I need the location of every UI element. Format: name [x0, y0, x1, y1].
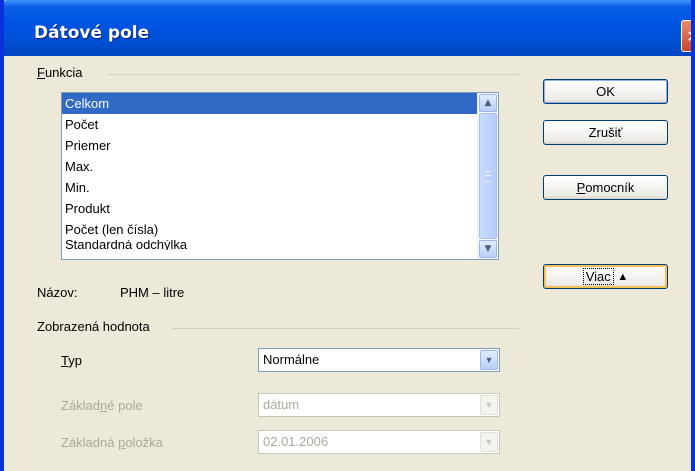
base-item-select-value: 02.01.2006: [263, 434, 329, 449]
function-list-items: Celkom Počet Priemer Max. Min. Produkt Počet (…: [62, 93, 498, 250]
more-button-focus-ring: Viac: [582, 268, 614, 285]
function-label-mnemonic: F: [37, 65, 45, 80]
chevron-down-icon: ▼: [480, 432, 498, 452]
function-list-item[interactable]: Produkt: [62, 198, 498, 219]
displayed-value-group-label: Zobrazená hodnota: [37, 319, 150, 334]
title-bar[interactable]: Dátové pole ✕: [4, 0, 691, 56]
function-list-item[interactable]: Celkom: [62, 93, 498, 114]
data-field-dialog: Dátové pole ✕ Funkcia CelkomPočetPriemer…: [0, 0, 695, 471]
displayed-value-group-divider: [172, 328, 519, 329]
help-button[interactable]: Pomocník: [543, 175, 668, 200]
base-field-label-rest: é pole: [107, 398, 143, 413]
help-button-rest: omocník: [585, 180, 635, 195]
name-label: Názov:: [37, 285, 78, 300]
function-listbox[interactable]: Celkom Počet Priemer Max. Min. Produkt Počet (…: [61, 92, 499, 260]
function-group-label: Funkcia: [37, 65, 83, 80]
close-icon[interactable]: ✕: [681, 20, 691, 52]
function-list-item[interactable]: Min.: [62, 177, 498, 198]
function-group-divider: [108, 74, 519, 75]
chevron-up-icon: ▲: [617, 270, 629, 283]
base-item-label: Základná položka: [61, 435, 163, 450]
base-field-select-value: dátum: [263, 397, 300, 412]
function-list-item[interactable]: Max.: [62, 156, 498, 177]
chevron-down-icon: ▼: [480, 395, 498, 415]
function-list-item[interactable]: Počet (len čísla): [62, 219, 498, 240]
ok-button[interactable]: OK: [543, 79, 668, 104]
base-field-label: Základné pole: [61, 398, 143, 413]
base-item-label-before: Základná: [61, 435, 119, 450]
base-item-select: 02.01.2006 ▼: [258, 430, 500, 454]
name-value: PHM – litre: [120, 285, 185, 300]
more-button[interactable]: Viac ▲: [543, 264, 668, 289]
scrollbar-grip-icon: [485, 171, 491, 182]
help-button-mnemonic: P: [576, 180, 586, 195]
function-list-scrollbar[interactable]: ▲ ▼: [477, 93, 498, 259]
function-list-item[interactable]: Štandardná odchýlka: [62, 240, 498, 250]
chevron-down-icon[interactable]: ▼: [480, 350, 498, 370]
scroll-up-icon[interactable]: ▲: [479, 94, 497, 112]
dialog-title: Dátové pole: [34, 23, 150, 43]
scroll-down-icon[interactable]: ▼: [479, 240, 497, 258]
base-field-label-before: Základ: [61, 398, 101, 413]
function-list-item[interactable]: Počet: [62, 114, 498, 135]
more-button-label: Viac: [585, 269, 611, 284]
type-select[interactable]: Normálne ▼: [258, 348, 500, 372]
function-list-item[interactable]: Priemer: [62, 135, 498, 156]
type-label: Typ: [61, 353, 82, 368]
function-label-rest: unkcia: [44, 65, 83, 80]
type-select-value: Normálne: [263, 352, 320, 367]
scrollbar-thumb[interactable]: [479, 113, 497, 239]
type-label-rest: yp: [68, 353, 82, 368]
cancel-button[interactable]: Zrušiť: [543, 120, 668, 145]
base-field-select: dátum ▼: [258, 393, 500, 417]
base-item-label-rest: oložka: [125, 435, 163, 450]
